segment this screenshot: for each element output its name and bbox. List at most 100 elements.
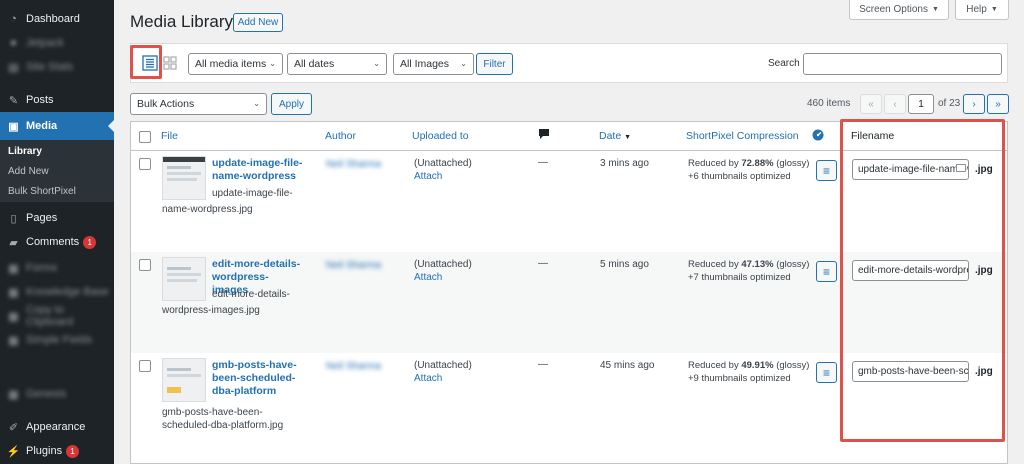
uploaded-to-status: (Unattached): [414, 360, 472, 371]
filename-input[interactable]: gmb-posts-have-been-scheduled-dba-platfo…: [852, 361, 969, 382]
media-filename-text-cont: wordpress-images.jpg: [162, 304, 312, 317]
comments-icon: ▰: [9, 236, 18, 249]
media-thumbnail[interactable]: [162, 358, 206, 402]
images-value: All Images: [400, 58, 450, 70]
column-filename: Filename: [851, 130, 895, 142]
title-line: name-wordpress: [212, 170, 297, 182]
bulk-actions-select[interactable]: Bulk Actions ⌄: [130, 93, 267, 115]
sidebar-item-knowledge[interactable]: ▦ Knowledge Base: [0, 280, 114, 304]
file-extension: .jpg: [975, 265, 993, 276]
media-title-link[interactable]: gmb-posts-have- been-scheduled- dba-plat…: [212, 359, 304, 398]
row-checkbox[interactable]: [139, 360, 151, 372]
author-link[interactable]: Neil Sharma: [326, 159, 381, 170]
column-shortpixel[interactable]: ShortPixel Compression: [686, 130, 799, 142]
attach-link[interactable]: Attach: [414, 373, 442, 384]
filename-input[interactable]: update-image-file-name-wordpress: [852, 159, 969, 180]
author-link[interactable]: Neil Sharma: [326, 361, 381, 372]
media-filter-bar: All media items ⌄ All dates ⌄ All Images…: [130, 43, 1008, 83]
sidebar-item-plugins[interactable]: ⚡ Plugins 1: [0, 439, 114, 463]
first-page-button[interactable]: «: [860, 94, 882, 114]
sidebar-item-appearance[interactable]: ✐ Appearance: [0, 415, 114, 439]
author-link[interactable]: Neil Sharma: [326, 260, 381, 271]
prev-page-button[interactable]: ‹: [884, 94, 906, 114]
attach-link[interactable]: Attach: [414, 272, 442, 283]
filename-input[interactable]: edit-more-details-wordpress-images: [852, 260, 969, 281]
column-date[interactable]: Date ▼: [599, 130, 631, 142]
sidebar-item-forms[interactable]: ▦ Forms: [0, 256, 114, 280]
filename-line: name-wordpress.jpg: [162, 204, 253, 215]
title-line: dba-platform: [212, 385, 277, 397]
help-button[interactable]: Help ▼: [955, 0, 1009, 20]
apply-button[interactable]: Apply: [271, 93, 312, 115]
grid-view-icon[interactable]: [162, 55, 178, 71]
reduction-percent: 49.91%: [741, 360, 774, 371]
media-filename-text: edit-more-details-: [212, 288, 362, 301]
table-row: gmb-posts-have- been-scheduled- dba-plat…: [131, 353, 1007, 454]
search-input[interactable]: [803, 53, 1002, 75]
title-line: update-image-file-: [212, 157, 303, 169]
sort-desc-icon: ▼: [624, 134, 632, 141]
brush-icon: ✐: [8, 421, 19, 434]
reduction-type: (glossy): [773, 259, 810, 270]
current-page-input[interactable]: 1: [908, 94, 934, 114]
sidebar-item-dashboard[interactable]: ◔ Dashboard: [0, 7, 114, 31]
gauge-icon: [812, 129, 824, 144]
column-author[interactable]: Author: [325, 130, 356, 142]
media-thumbnail[interactable]: [162, 257, 206, 301]
caret-down-icon: ▼: [932, 6, 939, 13]
dates-value: All dates: [294, 58, 335, 70]
items-count: 460 items: [807, 98, 851, 109]
list-view-icon[interactable]: [142, 55, 158, 71]
filename-line: update-image-file-: [212, 188, 293, 199]
screen-options-button[interactable]: Screen Options ▼: [849, 0, 949, 20]
media-title-link[interactable]: update-image-file- name-wordpress: [212, 157, 304, 183]
filename-line: gmb-posts-have-been-: [162, 407, 263, 418]
row-checkbox[interactable]: [139, 259, 151, 271]
sidebar-item-genesis[interactable]: ▦ Genesis: [0, 382, 114, 406]
add-new-button[interactable]: Add New: [233, 13, 283, 32]
media-thumbnail[interactable]: [162, 156, 206, 200]
media-table: File Author Uploaded to Date ▼ ShortPixe…: [130, 121, 1008, 464]
sidebar-item-jetpack[interactable]: ● Jetpack: [0, 31, 114, 55]
sidebar-item-posts[interactable]: ✎ Posts: [0, 88, 114, 112]
media-type-select[interactable]: All media items ⌄: [188, 53, 283, 75]
row-checkbox[interactable]: [139, 158, 151, 170]
shortpixel-menu-button[interactable]: ≡: [816, 160, 837, 181]
submenu-bulk-shortpixel[interactable]: Bulk ShortPixel: [8, 186, 76, 197]
shortpixel-menu-button[interactable]: ≡: [816, 261, 837, 282]
jetpack-icon: ●: [10, 37, 17, 49]
column-date-label: Date: [599, 130, 622, 142]
table-header: File Author Uploaded to Date ▼ ShortPixe…: [131, 122, 1007, 151]
filter-button[interactable]: Filter: [476, 53, 513, 75]
forms-icon: ▦: [8, 262, 19, 275]
shortpixel-reduction: Reduced by 49.91% (glossy): [688, 360, 809, 371]
dates-select[interactable]: All dates ⌄: [287, 53, 387, 75]
sidebar-item-stats[interactable]: ▤ Site Stats: [0, 55, 114, 79]
sidebar-item-comments[interactable]: ▰ Comments 1: [0, 230, 114, 254]
select-all-checkbox[interactable]: [139, 131, 151, 143]
comment-count: —: [538, 359, 548, 370]
shortpixel-menu-button[interactable]: ≡: [816, 362, 837, 383]
column-uploaded-to[interactable]: Uploaded to: [412, 130, 469, 142]
submenu-add-new[interactable]: Add New: [8, 166, 49, 177]
sidebar-item-clipboard[interactable]: ▦ Copy to Clipboard: [0, 304, 114, 328]
bulk-actions-value: Bulk Actions: [137, 98, 195, 110]
media-icon: ▣: [8, 120, 19, 133]
caret-down-icon: ▼: [990, 6, 998, 13]
next-page-button[interactable]: ›: [963, 94, 985, 114]
reduction-prefix: Reduced by: [688, 259, 742, 270]
last-page-button[interactable]: »: [987, 94, 1009, 114]
comment-bubble-icon: [538, 128, 550, 143]
filename-line: edit-more-details-: [212, 289, 290, 300]
sidebar-item-pages[interactable]: ▯ Pages: [0, 206, 114, 230]
images-select[interactable]: All Images ⌄: [393, 53, 474, 75]
autofill-key-icon: [956, 164, 966, 172]
active-arrow: [108, 120, 114, 132]
dashboard-icon: ◔: [10, 13, 17, 25]
submenu-library[interactable]: Library: [8, 146, 42, 157]
sidebar-item-media[interactable]: ▣ Media: [0, 112, 114, 140]
upload-date: 5 mins ago: [600, 259, 649, 270]
attach-link[interactable]: Attach: [414, 171, 442, 182]
sidebar-item-fields[interactable]: ▦ Simple Fields: [0, 328, 114, 352]
column-file[interactable]: File: [161, 130, 178, 142]
